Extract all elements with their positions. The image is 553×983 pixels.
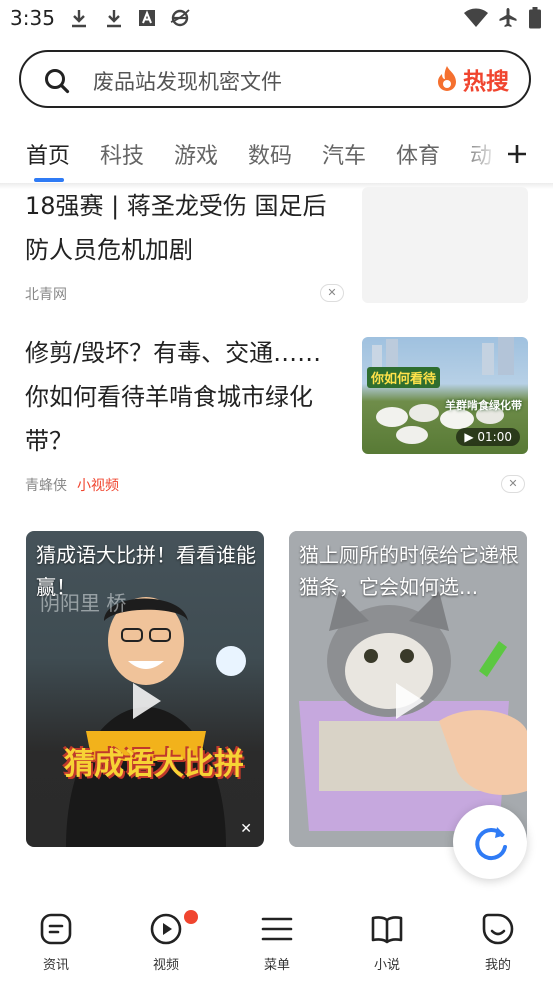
nav-news[interactable]: 资讯	[16, 912, 96, 973]
search-bar[interactable]: 废品站发现机密文件 热搜	[19, 50, 531, 108]
hot-search-button[interactable]: 热搜	[435, 64, 509, 95]
flame-icon	[438, 66, 456, 91]
article-source: 北青网	[25, 287, 67, 303]
video-thumbnail[interactable]: 你如何看待 羊群啃食绿化带 ▶ 01:00	[362, 337, 528, 454]
wifi-icon	[464, 8, 488, 27]
dismiss-button[interactable]: ✕	[320, 284, 344, 302]
nav-label: 我的	[484, 958, 511, 973]
status-time: 3:35	[10, 6, 55, 30]
add-tab-button[interactable]	[500, 132, 536, 172]
hot-search-label: 热搜	[463, 69, 509, 95]
download-icon	[107, 10, 121, 28]
article-thumbnail[interactable]	[362, 187, 528, 303]
video-card[interactable]: 阴阳里 桥 猜成语大比拼！看看谁能赢！ 猜成语大比拼 ✕	[26, 531, 264, 847]
nav-label: 视频	[152, 958, 179, 973]
article-source-row: 青蜂侠 小视频	[25, 475, 119, 495]
refresh-icon	[475, 827, 507, 861]
play-icon	[133, 683, 161, 719]
video-title: 猫上厕所的时候给它递根猫条，它会如何选...	[299, 543, 519, 599]
tab-auto[interactable]: 汽车	[322, 138, 366, 170]
nav-me[interactable]: 我的	[458, 912, 538, 973]
smile-icon	[482, 913, 514, 945]
nav-novel[interactable]: 小说	[347, 912, 427, 973]
battery-icon	[529, 7, 541, 29]
active-tab-indicator	[34, 178, 64, 182]
tab-home[interactable]: 首页	[26, 138, 70, 170]
tab-sports[interactable]: 体育	[396, 138, 440, 170]
category-tabs: 首页 科技 游戏 数码 汽车 体育 动	[0, 128, 553, 182]
tabs-fade	[460, 128, 500, 182]
search-input[interactable]: 废品站发现机密文件	[93, 66, 282, 96]
duration-badge: ▶ 01:00	[456, 428, 520, 446]
bottom-nav: 资讯 视频 菜单 小说 我的	[0, 898, 553, 983]
search-icon	[45, 69, 70, 94]
thumb-caption: 羊群啃食绿化带	[445, 399, 522, 412]
tab-games[interactable]: 游戏	[174, 138, 218, 170]
video-overlay-text: 猜成语大比拼	[64, 747, 244, 782]
notification-dot	[184, 910, 198, 924]
article-title[interactable]: 18强赛 | 蒋圣龙受伤 国足后防人员危机加剧	[25, 184, 345, 272]
duration: 01:00	[477, 430, 512, 444]
dismiss-button[interactable]: ✕	[501, 475, 525, 493]
close-icon[interactable]: ✕	[240, 821, 252, 837]
short-video-tag: 小视频	[77, 478, 119, 494]
status-bar: 3:35	[0, 0, 553, 38]
plus-icon	[508, 145, 526, 163]
news-icon	[40, 913, 72, 945]
airplane-icon	[499, 8, 517, 27]
refresh-button[interactable]	[453, 805, 527, 879]
video-play-icon	[150, 913, 182, 945]
browser-icon	[170, 9, 190, 27]
nav-label: 小说	[373, 958, 400, 973]
video-title: 猜成语大比拼！看看谁能赢！	[36, 543, 256, 599]
book-icon	[371, 916, 403, 944]
video-card[interactable]: 猫上厕所的时候给它递根猫条，它会如何选...	[289, 531, 527, 847]
tab-digital[interactable]: 数码	[248, 138, 292, 170]
menu-icon	[261, 917, 293, 941]
thumb-caption: 你如何看待	[367, 367, 441, 388]
article-title[interactable]: 修剪/毁坏？有毒、交通……你如何看待羊啃食城市绿化带？	[25, 331, 345, 463]
article-source: 青蜂侠	[25, 478, 67, 494]
nav-label: 菜单	[263, 958, 290, 973]
tab-tech[interactable]: 科技	[100, 138, 144, 170]
a-icon	[139, 10, 155, 26]
download-icon	[72, 10, 86, 28]
nav-label: 资讯	[42, 958, 69, 973]
nav-menu[interactable]: 菜单	[237, 912, 317, 973]
play-icon	[396, 683, 424, 719]
